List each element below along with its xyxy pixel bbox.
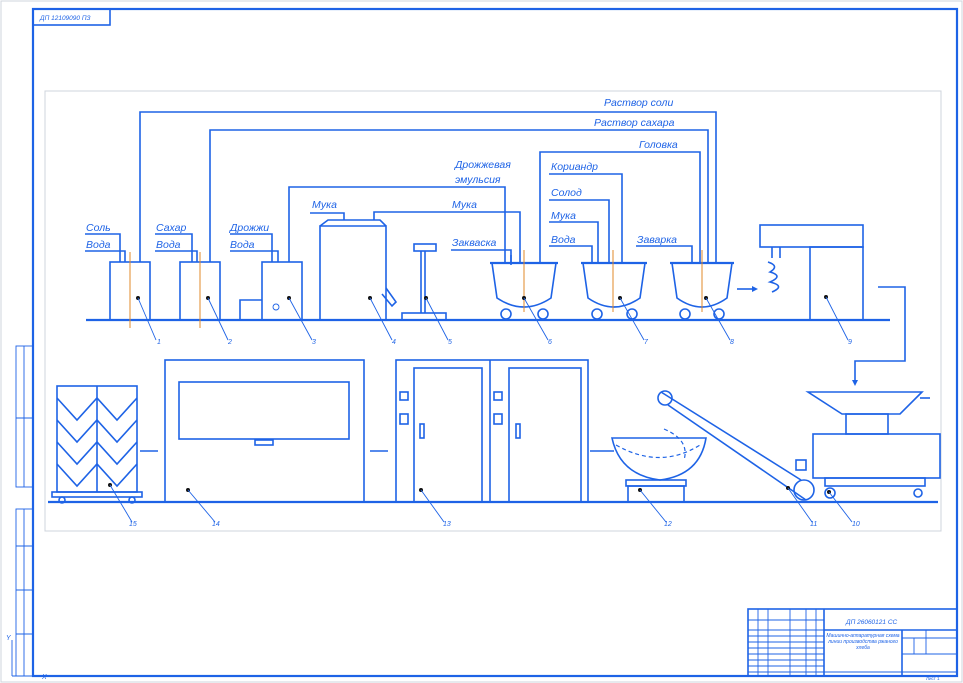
pos-13: 13	[443, 521, 451, 528]
label-flour-2: Мука	[551, 210, 576, 222]
label-flour-line: Мука	[452, 199, 477, 211]
label-sugar-solution: Раствор сахара	[594, 117, 675, 129]
label-salt-solution: Раствор соли	[604, 97, 673, 109]
label-flour-top: Мука	[312, 199, 337, 211]
corner-code: ДП 12109090 ПЗ	[39, 15, 91, 22]
pos-15: 15	[129, 521, 137, 528]
pos-12: 12	[664, 521, 672, 528]
pos-14: 14	[212, 521, 220, 528]
label-yeast-emulsion-1: Дрожжевая	[454, 159, 511, 171]
pos-11: 11	[810, 521, 817, 528]
label-malt: Солод	[551, 187, 582, 199]
label-salt: Соль	[86, 222, 111, 234]
label-sugar: Сахар	[156, 222, 187, 234]
pos-6: 6	[548, 339, 552, 346]
label-water-2: Вода	[156, 239, 181, 251]
label-golovka: Головка	[639, 139, 678, 151]
pos-10: 10	[852, 521, 860, 528]
document-code: ДП 26060121 СС	[845, 619, 898, 626]
label-water-4: Вода	[551, 234, 576, 246]
label-zavarka: Заварка	[637, 234, 677, 246]
pos-5: 5	[448, 339, 452, 346]
pos-9: 9	[848, 339, 852, 346]
process-flow-diagram: ДП 12109090 ПЗ Раствор соли Раствор саха…	[0, 0, 963, 683]
label-yeast: Дрожжи	[229, 222, 269, 234]
pos-4: 4	[392, 339, 396, 346]
label-water-3: Вода	[230, 239, 255, 251]
drawing-title: Машинно-аппаратурная схема линии произво…	[826, 633, 900, 651]
pos-3: 3	[312, 339, 316, 346]
pos-1: 1	[157, 339, 161, 346]
sheet-label: Лист 1	[926, 676, 940, 681]
pos-2: 2	[227, 339, 232, 346]
pos-8: 8	[730, 339, 734, 346]
label-yeast-emulsion-2: эмульсия	[455, 174, 501, 186]
drawing-title-box: Машинно-аппаратурная схема линии произво…	[826, 633, 900, 651]
label-water-1: Вода	[86, 239, 111, 251]
label-zakvaska: Закваска	[452, 237, 497, 249]
axis-x-label: X	[41, 674, 47, 681]
label-coriander: Кориандр	[551, 161, 598, 173]
